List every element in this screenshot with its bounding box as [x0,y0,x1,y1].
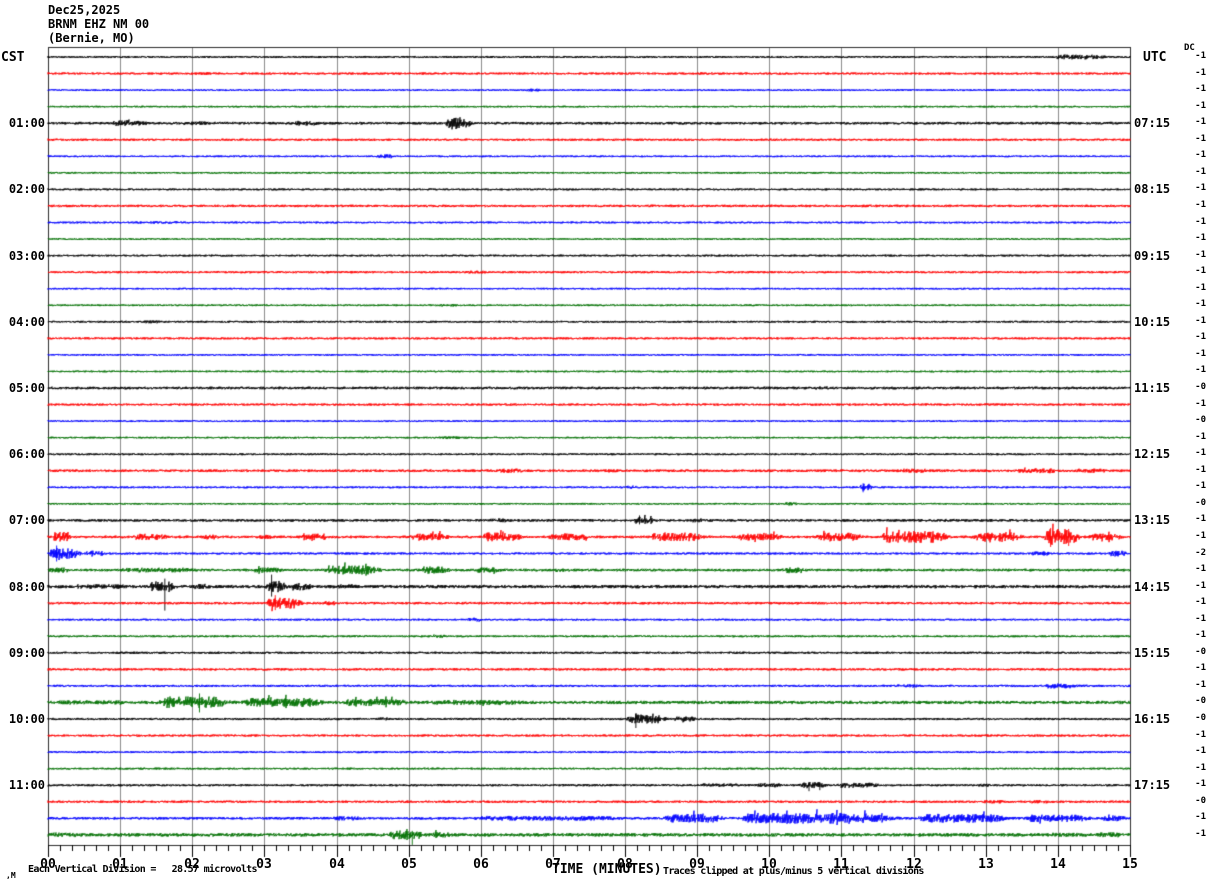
dc-value: -1 [1195,200,1206,210]
watermark: ,M [6,871,16,880]
utc-hour-label: 17:15 [1134,778,1171,792]
header-station: BRNM EHZ NM 00 [48,17,150,31]
minute-tick-label: 06 [473,857,489,872]
dc-value: -1 [1195,481,1206,491]
dc-value: -1 [1195,514,1206,524]
dc-value: -1 [1195,68,1206,78]
minute-tick-label: 15 [1122,857,1138,872]
scale-note: Each Vertical Division = 28.57 microvolt… [28,864,257,875]
dc-value: -1 [1195,465,1206,475]
clip-note: Traces clipped at plus/minus 5 vertical … [663,866,924,877]
dc-value: -1 [1195,101,1206,111]
cst-hour-label: 06:00 [8,447,45,461]
cst-hour-label: 01:00 [8,116,45,130]
dc-value: -0 [1195,382,1206,392]
dc-value: -1 [1195,332,1206,342]
cst-axis-label: CST [1,50,25,65]
helicorder-plot [0,0,1210,886]
dc-value: -1 [1195,630,1206,640]
utc-hour-label: 08:15 [1134,182,1171,196]
dc-value: -1 [1195,84,1206,94]
dc-value: -1 [1195,349,1206,359]
utc-hour-label: 16:15 [1134,712,1171,726]
dc-value: -1 [1195,812,1206,822]
dc-value: -1 [1195,564,1206,574]
dc-value: -1 [1195,299,1206,309]
dc-value: -1 [1195,365,1206,375]
minute-tick-label: 05 [401,857,417,872]
dc-value: -1 [1195,746,1206,756]
dc-value: -1 [1195,233,1206,243]
x-axis-title: TIME (MINUTES) [552,862,662,877]
utc-hour-label: 13:15 [1134,513,1171,527]
dc-value: -1 [1195,597,1206,607]
dc-value: -1 [1195,680,1206,690]
dc-value: -1 [1195,316,1206,326]
dc-value: -1 [1195,117,1206,127]
dc-value: -0 [1195,696,1206,706]
dc-value: -0 [1195,647,1206,657]
dc-value: -0 [1195,498,1206,508]
dc-value: -1 [1195,399,1206,409]
helicorder-page: Dec25,2025 BRNM EHZ NM 00 (Bernie, MO) C… [0,0,1210,886]
utc-hour-label: 11:15 [1134,381,1171,395]
utc-hour-label: 09:15 [1134,249,1171,263]
dc-value: -1 [1195,250,1206,260]
dc-value: -1 [1195,432,1206,442]
dc-value: -0 [1195,796,1206,806]
utc-hour-label: 10:15 [1134,315,1171,329]
cst-hour-label: 03:00 [8,249,45,263]
dc-value: -1 [1195,531,1206,541]
cst-hour-label: 02:00 [8,182,45,196]
utc-hour-label: 14:15 [1134,580,1171,594]
cst-hour-label: 05:00 [8,381,45,395]
minute-tick-label: 04 [329,857,345,872]
dc-value: -1 [1195,663,1206,673]
utc-axis-label: UTC [1143,50,1167,65]
dc-value: -1 [1195,763,1206,773]
dc-value: -1 [1195,51,1206,61]
dc-value: -1 [1195,730,1206,740]
cst-hour-label: 09:00 [8,646,45,660]
dc-value: -1 [1195,217,1206,227]
dc-value: -1 [1195,266,1206,276]
cst-hour-label: 08:00 [8,580,45,594]
dc-value: -2 [1195,548,1206,558]
dc-value: -0 [1195,713,1206,723]
dc-value: -0 [1195,415,1206,425]
minute-tick-label: 13 [978,857,994,872]
dc-value: -1 [1195,581,1206,591]
utc-hour-label: 07:15 [1134,116,1171,130]
minute-tick-label: 14 [1050,857,1066,872]
dc-value: -1 [1195,167,1206,177]
utc-hour-label: 15:15 [1134,646,1171,660]
cst-hour-label: 11:00 [8,778,45,792]
dc-value: -1 [1195,134,1206,144]
cst-hour-label: 07:00 [8,513,45,527]
header-location: (Bernie, MO) [48,31,135,45]
dc-value: -1 [1195,283,1206,293]
dc-value: -1 [1195,779,1206,789]
dc-value: -1 [1195,829,1206,839]
dc-value: -1 [1195,183,1206,193]
dc-value: -1 [1195,448,1206,458]
dc-value: -1 [1195,614,1206,624]
cst-hour-label: 04:00 [8,315,45,329]
utc-hour-label: 12:15 [1134,447,1171,461]
cst-hour-label: 10:00 [8,712,45,726]
header-date: Dec25,2025 [48,3,121,17]
dc-value: -1 [1195,150,1206,160]
